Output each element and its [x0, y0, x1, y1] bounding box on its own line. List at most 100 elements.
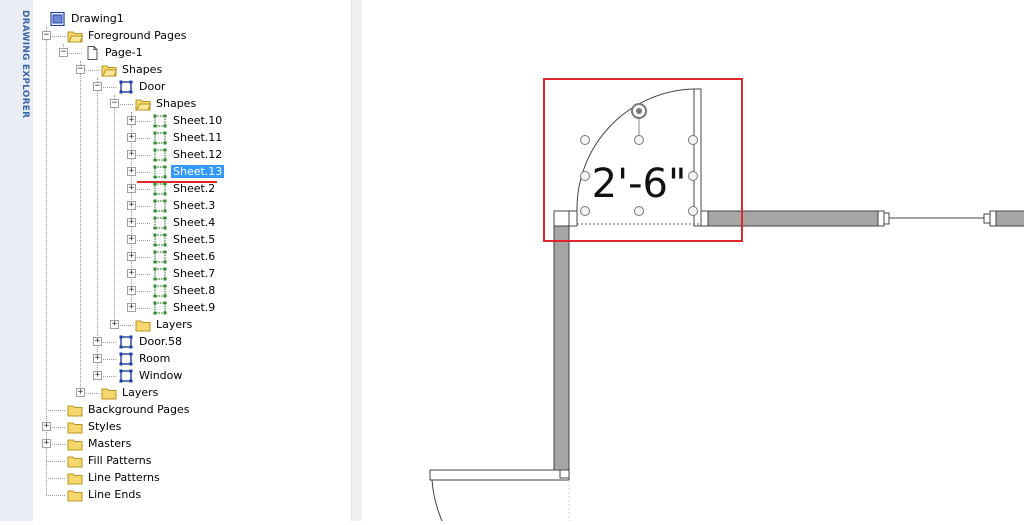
expand-toggle-icon[interactable]: + — [93, 337, 102, 346]
tree-node[interactable]: Sheet.11 — [152, 129, 224, 146]
tree-node[interactable]: Room — [118, 350, 172, 367]
tree-node[interactable]: Window — [118, 367, 184, 384]
resize-handle[interactable] — [688, 135, 698, 145]
expand-toggle-icon[interactable]: + — [42, 439, 51, 448]
expand-toggle-icon[interactable]: + — [127, 167, 136, 176]
tree-node-label: Line Ends — [88, 488, 142, 501]
resize-handle[interactable] — [580, 206, 590, 216]
tree-node[interactable]: Sheet.3 — [152, 197, 217, 214]
expand-toggle-icon[interactable]: + — [93, 371, 102, 380]
expand-toggle-icon[interactable]: + — [127, 150, 136, 159]
collapse-toggle-icon[interactable]: − — [42, 31, 51, 40]
folder-icon — [67, 403, 83, 417]
resize-handle[interactable] — [634, 206, 644, 216]
tree-node[interactable]: Door — [118, 78, 167, 95]
tree-node-label: Sheet.12 — [173, 148, 223, 161]
expand-toggle-icon[interactable]: + — [127, 286, 136, 295]
drawing-explorer-tab[interactable]: DRAWING EXPLORER — [0, 0, 34, 521]
expand-toggle-icon[interactable]: + — [127, 269, 136, 278]
expand-toggle-icon[interactable]: + — [42, 422, 51, 431]
floor-plan-drawing[interactable]: 2'-6" — [362, 0, 1024, 522]
wall-stub[interactable] — [553, 210, 570, 227]
shape-icon — [152, 284, 168, 298]
wall-vertical[interactable] — [553, 225, 570, 477]
shape-icon — [152, 165, 168, 179]
drawing-icon — [50, 11, 66, 27]
tree-node[interactable]: Sheet.4 — [152, 214, 217, 231]
collapse-toggle-icon[interactable]: − — [110, 99, 119, 108]
resize-handle[interactable] — [580, 171, 590, 181]
tree-node[interactable]: Sheet.10 — [152, 112, 224, 129]
expand-toggle-icon[interactable]: + — [76, 388, 85, 397]
tree-node[interactable]: Masters — [67, 435, 133, 452]
tree-node-label: Window — [139, 369, 183, 382]
folder-open-icon — [67, 29, 84, 43]
expand-toggle-icon[interactable]: + — [127, 218, 136, 227]
tree-node-label: Sheet.2 — [173, 182, 216, 195]
tree-node-label: Sheet.3 — [173, 199, 216, 212]
drawing-canvas[interactable]: 2'-6" — [362, 0, 1024, 522]
expand-toggle-icon[interactable]: + — [127, 116, 136, 125]
tree-node[interactable]: Door.58 — [118, 333, 184, 350]
tree-node[interactable]: Shapes — [101, 61, 164, 78]
tree-node[interactable]: Drawing1 — [50, 10, 126, 27]
expand-toggle-icon[interactable]: + — [127, 303, 136, 312]
shape-icon — [152, 114, 168, 128]
expand-toggle-icon[interactable]: + — [127, 184, 136, 193]
tree-node[interactable]: Sheet.5 — [152, 231, 217, 248]
tree-node[interactable]: Layers — [135, 316, 194, 333]
tree-node-label: Sheet.4 — [173, 216, 216, 229]
tree-node[interactable]: Sheet.8 — [152, 282, 217, 299]
rotation-handle-icon[interactable] — [631, 103, 647, 119]
collapse-toggle-icon[interactable]: − — [93, 82, 102, 91]
shape-icon — [152, 301, 168, 315]
collapse-toggle-icon[interactable]: − — [59, 48, 68, 57]
wall-end-cap — [877, 210, 885, 227]
tree-node-label: Fill Patterns — [88, 454, 152, 467]
tree-node[interactable]: Page-1 — [84, 44, 145, 61]
expand-toggle-icon[interactable]: + — [127, 235, 136, 244]
expand-toggle-icon[interactable]: + — [127, 252, 136, 261]
resize-handle[interactable] — [580, 135, 590, 145]
tree-node[interactable]: Background Pages — [67, 401, 191, 418]
wall-horizontal[interactable] — [707, 210, 879, 227]
resize-handle[interactable] — [688, 171, 698, 181]
door-leaf[interactable] — [693, 88, 702, 227]
expand-toggle-icon[interactable]: + — [93, 354, 102, 363]
folder-icon — [101, 386, 117, 400]
tree-node-label: Sheet.9 — [173, 301, 216, 314]
tree-node[interactable]: Sheet.7 — [152, 265, 217, 282]
tree-node[interactable]: Sheet.9 — [152, 299, 217, 316]
shape-icon — [152, 131, 168, 145]
tree-node-label: Sheet.6 — [173, 250, 216, 263]
tree-node[interactable]: Layers — [101, 384, 160, 401]
tree-node[interactable]: Foreground Pages — [67, 27, 189, 44]
tree-node[interactable]: Shapes — [135, 95, 198, 112]
tree-node[interactable]: Styles — [67, 418, 123, 435]
wall-horizontal-right[interactable] — [995, 210, 1024, 227]
wall-end-cap — [883, 212, 890, 225]
folder-icon — [135, 318, 151, 332]
tree-node-label: Sheet.11 — [173, 131, 223, 144]
tree-guide-line — [46, 494, 65, 496]
resize-handle[interactable] — [688, 206, 698, 216]
tree-node[interactable]: Fill Patterns — [67, 452, 154, 469]
resize-handle[interactable] — [634, 135, 644, 145]
tree-node[interactable]: Sheet.2 — [152, 180, 217, 197]
expand-toggle-icon[interactable]: + — [110, 320, 119, 329]
tree-node[interactable]: Sheet.13 — [152, 163, 225, 180]
lower-door-frame[interactable] — [429, 469, 570, 481]
tree-node-label: Page-1 — [105, 46, 143, 59]
tree-node[interactable]: Line Ends — [67, 486, 143, 503]
tree-node[interactable]: Line Patterns — [67, 469, 162, 486]
tree-guide-line — [114, 95, 115, 325]
tree-node[interactable]: Sheet.12 — [152, 146, 224, 163]
tree-node[interactable]: Sheet.6 — [152, 248, 217, 265]
shape-icon — [152, 182, 168, 196]
expand-toggle-icon[interactable]: + — [127, 133, 136, 142]
drawing-explorer-tree[interactable]: Drawing1 − Foreground Pages − Page-1 − Shapes −… — [33, 0, 351, 521]
collapse-toggle-icon[interactable]: − — [76, 65, 85, 74]
shape-icon — [152, 250, 168, 264]
tree-node-label: Sheet.8 — [173, 284, 216, 297]
expand-toggle-icon[interactable]: + — [127, 201, 136, 210]
